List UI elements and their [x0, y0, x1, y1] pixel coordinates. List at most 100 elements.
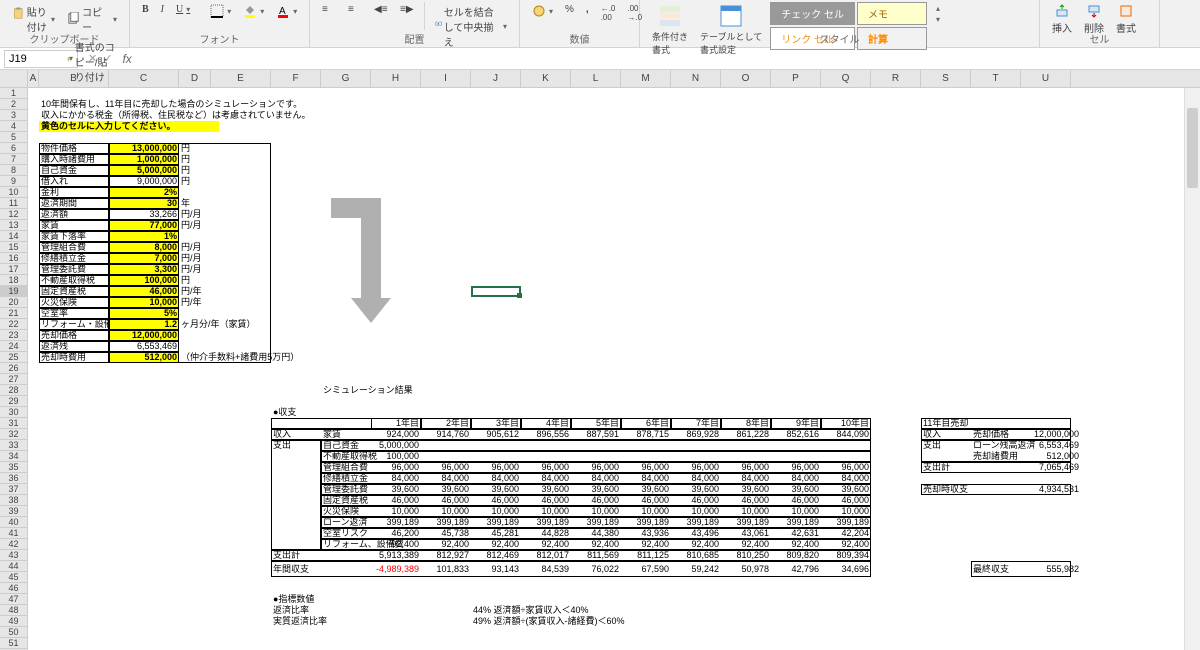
col-header-G[interactable]: G — [321, 70, 371, 87]
currency-button[interactable]: ▾ — [528, 2, 557, 20]
row-header-28[interactable]: 28 — [0, 385, 28, 396]
year-header[interactable]: 10年目 — [821, 418, 871, 429]
decimal-inc-button[interactable]: ←.0.00 — [597, 2, 620, 24]
expense-val[interactable]: 84,000 — [721, 473, 771, 484]
expense-val[interactable]: 96,000 — [771, 462, 821, 473]
expense-val[interactable]: 92,400 — [521, 539, 571, 550]
note-3[interactable]: 黄色のセルに入力してください。 — [39, 121, 219, 132]
expense-val[interactable]: 399,189 — [721, 517, 771, 528]
input-value[interactable]: 1% — [109, 231, 179, 242]
row-header-47[interactable]: 47 — [0, 594, 28, 605]
row-header-1[interactable]: 1 — [0, 88, 28, 99]
input-label[interactable]: 不動産取得税 — [39, 275, 109, 286]
expense-val[interactable]: 92,400 — [671, 539, 721, 550]
input-unit[interactable]: ヶ月分/年（家賃） — [179, 319, 258, 330]
sale-income-label[interactable]: 収入 — [921, 429, 943, 440]
expense-val[interactable]: 84,000 — [471, 473, 521, 484]
input-value[interactable]: 12,000,000 — [109, 330, 179, 341]
row-header-48[interactable]: 48 — [0, 605, 28, 616]
arrow-shape[interactable] — [331, 198, 401, 331]
input-value[interactable]: 46,000 — [109, 286, 179, 297]
row-header-37[interactable]: 37 — [0, 484, 28, 495]
annual-val[interactable]: 84,539 — [521, 561, 571, 577]
input-unit[interactable]: 円/月 — [179, 264, 204, 275]
row-header-24[interactable]: 24 — [0, 341, 28, 352]
expense-val[interactable]: 92,400 — [721, 539, 771, 550]
sim-title[interactable]: シミュレーション結果 — [321, 385, 415, 396]
input-label[interactable]: 家賃 — [39, 220, 109, 231]
expense-val[interactable]: 43,496 — [671, 528, 721, 539]
expense-val[interactable]: 46,000 — [471, 495, 521, 506]
input-value[interactable]: 30 — [109, 198, 179, 209]
expense-val[interactable]: 399,189 — [421, 517, 471, 528]
row-header-11[interactable]: 11 — [0, 198, 28, 209]
row-header-9[interactable]: 9 — [0, 176, 28, 187]
row-header-14[interactable]: 14 — [0, 231, 28, 242]
input-unit[interactable]: 円/月 — [179, 209, 204, 220]
annual-val[interactable]: 93,143 — [471, 561, 521, 577]
annual-val[interactable]: 42,796 — [771, 561, 821, 577]
row-header-34[interactable]: 34 — [0, 451, 28, 462]
expense-total-val[interactable]: 809,820 — [771, 550, 821, 561]
expense-val[interactable]: 399,189 — [821, 517, 871, 528]
border-button[interactable]: ▾ — [206, 2, 235, 20]
rent-val[interactable]: 914,760 — [421, 429, 471, 440]
input-value[interactable]: 5,000,000 — [109, 165, 179, 176]
row-header-42[interactable]: 42 — [0, 539, 28, 550]
input-unit[interactable]: 円 — [179, 154, 192, 165]
expense-val[interactable]: 96,000 — [471, 462, 521, 473]
input-label[interactable]: 売却時費用 — [39, 352, 109, 363]
expense-val[interactable]: 44,380 — [571, 528, 621, 539]
row-header-33[interactable]: 33 — [0, 440, 28, 451]
row-header-13[interactable]: 13 — [0, 220, 28, 231]
rent-val[interactable]: 869,928 — [671, 429, 721, 440]
fx-icon[interactable]: fx — [118, 52, 135, 66]
rent-val[interactable]: 887,591 — [571, 429, 621, 440]
row-header-44[interactable]: 44 — [0, 561, 28, 572]
input-unit[interactable]: 円 — [179, 176, 192, 187]
expense-val[interactable]: 46,000 — [621, 495, 671, 506]
expense-row-label[interactable]: 固定資産税 — [321, 495, 370, 506]
input-value[interactable]: 77,000 — [109, 220, 179, 231]
expense-val[interactable]: 96,000 — [821, 462, 871, 473]
col-header-L[interactable]: L — [571, 70, 621, 87]
input-label[interactable]: 火災保険 — [39, 297, 109, 308]
col-header-I[interactable]: I — [421, 70, 471, 87]
row-header-46[interactable]: 46 — [0, 583, 28, 594]
expense-val[interactable]: 96,000 — [371, 462, 421, 473]
expense-total-val[interactable]: 5,913,389 — [371, 550, 421, 561]
year-header[interactable]: 2年目 — [421, 418, 471, 429]
expense-val[interactable]: 96,000 — [421, 462, 471, 473]
input-value[interactable]: 100,000 — [109, 275, 179, 286]
expense-val[interactable]: 92,400 — [471, 539, 521, 550]
expense-val[interactable]: 10,000 — [571, 506, 621, 517]
input-value[interactable]: 13,000,000 — [109, 143, 179, 154]
rent-val[interactable]: 896,556 — [521, 429, 571, 440]
expense-val[interactable]: 399,189 — [471, 517, 521, 528]
input-label[interactable]: 返済額 — [39, 209, 109, 220]
ratio2-val[interactable]: 49% 返済額÷(家賃収入-諸経費)＜60% — [471, 616, 626, 627]
expense-val[interactable]: 46,000 — [421, 495, 471, 506]
row-header-51[interactable]: 51 — [0, 638, 28, 649]
italic-button[interactable]: I — [157, 2, 168, 17]
input-label[interactable]: 家賃下落率 — [39, 231, 109, 242]
col-header-T[interactable]: T — [971, 70, 1021, 87]
expense-val[interactable]: 44,828 — [521, 528, 571, 539]
row-header-25[interactable]: 25 — [0, 352, 28, 363]
rent-val[interactable]: 878,715 — [621, 429, 671, 440]
input-value[interactable]: 7,000 — [109, 253, 179, 264]
ratio2-label[interactable]: 実質返済比率 — [271, 616, 329, 627]
expense-row-label[interactable]: 修繕積立金 — [321, 473, 370, 484]
row-header-27[interactable]: 27 — [0, 374, 28, 385]
expense-total-label[interactable]: 支出計 — [271, 550, 302, 561]
final-label[interactable]: 最終収支 — [971, 561, 1011, 577]
expense-val[interactable]: 84,000 — [821, 473, 871, 484]
row-header-7[interactable]: 7 — [0, 154, 28, 165]
row-header-4[interactable]: 4 — [0, 121, 28, 132]
col-header-K[interactable]: K — [521, 70, 571, 87]
input-value[interactable]: 8,000 — [109, 242, 179, 253]
sale-expense-label[interactable]: 支出 — [921, 440, 943, 451]
row-header-32[interactable]: 32 — [0, 429, 28, 440]
rent-val[interactable]: 861,228 — [721, 429, 771, 440]
expense-val[interactable]: 39,600 — [721, 484, 771, 495]
